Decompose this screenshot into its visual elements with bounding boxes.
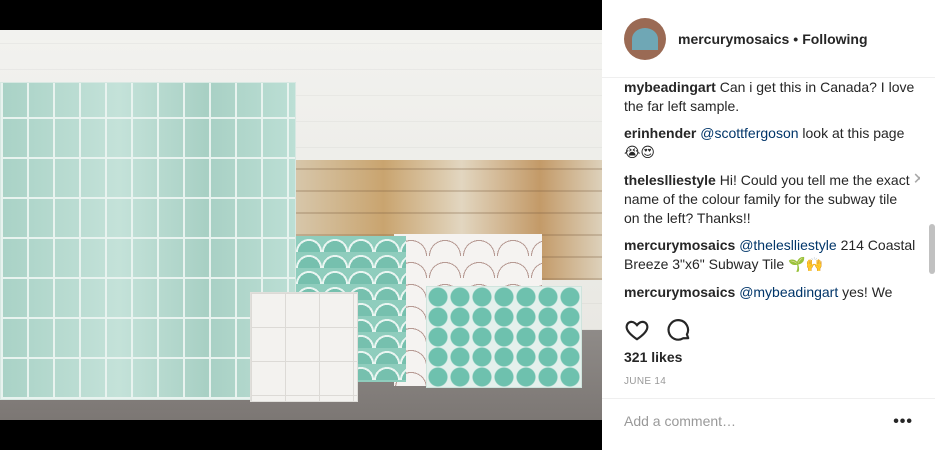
comment-username[interactable]: erinhender xyxy=(624,125,696,141)
comment: mercurymosaics @mybeadingart yes! We shi… xyxy=(624,283,920,306)
comment: mercurymosaics @theleslliestyle 214 Coas… xyxy=(624,236,920,275)
comment: mybeadingart Can i get this in Canada? I… xyxy=(624,78,920,116)
comment-username[interactable]: theleslliestyle xyxy=(624,172,716,188)
post-header: mercurymosaics • Following xyxy=(602,0,935,78)
more-options-icon[interactable]: ••• xyxy=(893,413,913,431)
post-actions xyxy=(624,316,692,344)
comment: erinhender @scottfergoson look at this p… xyxy=(624,124,920,163)
header-text: mercurymosaics • Following xyxy=(678,31,868,47)
comment-username[interactable]: mybeadingart xyxy=(624,79,716,95)
close-icon[interactable]: ✕ xyxy=(913,171,920,189)
post-side-panel: mercurymosaics • Following mybeadingart … xyxy=(602,0,935,450)
username-link[interactable]: mercurymosaics xyxy=(678,31,789,47)
avatar[interactable] xyxy=(624,17,666,60)
comment-mention[interactable]: @scottfergoson xyxy=(700,125,798,141)
white-cross-tile-sample xyxy=(250,292,358,402)
comment-text: look at this page xyxy=(802,125,905,141)
comment-bubble-icon[interactable] xyxy=(666,317,692,343)
penny-round-tile-sample xyxy=(426,286,582,388)
following-button[interactable]: Following xyxy=(802,31,867,47)
comment-username[interactable]: mercurymosaics xyxy=(624,237,735,253)
comment-mention[interactable]: @mybeadingart xyxy=(739,284,838,300)
comment-emoji: 🌱🙌 xyxy=(788,257,823,273)
comment-list[interactable]: mybeadingart Can i get this in Canada? I… xyxy=(624,78,920,306)
post-date: JUNE 14 xyxy=(624,376,667,387)
comment-mention[interactable]: @theleslliestyle xyxy=(739,237,836,253)
comment-emoji: 😭😍 xyxy=(624,145,655,161)
comment-username[interactable]: mercurymosaics xyxy=(624,284,735,300)
post-photo[interactable] xyxy=(0,30,602,420)
add-comment-input[interactable] xyxy=(624,413,884,429)
separator-dot: • xyxy=(793,30,799,47)
heart-icon[interactable] xyxy=(624,317,650,343)
post-media[interactable] xyxy=(0,0,602,450)
comments-scrollbar[interactable] xyxy=(929,224,935,274)
likes-count[interactable]: 321 likes xyxy=(624,349,682,365)
comment: theleslliestyle Hi! Could you tell me th… xyxy=(624,171,920,228)
add-comment-bar: ••• xyxy=(602,398,935,450)
